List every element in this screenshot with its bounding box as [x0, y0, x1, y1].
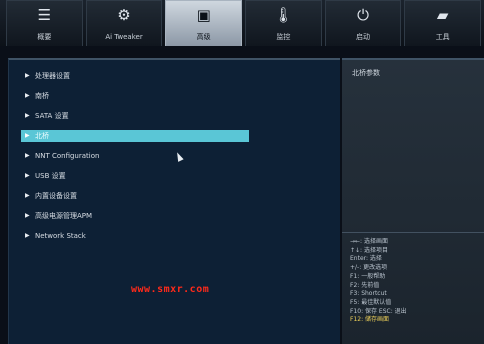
watermark-text: www.smxr.com	[131, 284, 210, 295]
tab-ai-tweaker[interactable]: ⚙ Ai Tweaker	[85, 0, 163, 46]
chevron-right-icon: ▶	[25, 112, 30, 119]
key-help-line: F3: Shortcut	[350, 290, 387, 298]
tab-tools[interactable]: ▰ 工具	[404, 0, 482, 46]
menu-item-apm[interactable]: ▶ 高级电源管理APM	[25, 210, 92, 222]
menu-item-sata-config[interactable]: ▶ SATA 设置	[25, 110, 69, 122]
tab-label: 高级	[196, 33, 211, 41]
tab-label: 监控	[276, 33, 291, 41]
power-icon: ⏻	[357, 6, 369, 24]
tab-overview[interactable]: ☰ 概要	[6, 0, 83, 46]
chevron-right-icon: ▶	[25, 92, 30, 99]
divider	[342, 232, 484, 233]
advanced-menu-panel: ▶ 处理器设置 ▶ 南桥 ▶ SATA 设置 ▶ 北桥 ▶ NNT Config…	[8, 58, 340, 344]
menu-item-cpu-config[interactable]: ▶ 处理器设置	[25, 70, 70, 82]
key-help-line: +/-: 更改选项	[350, 264, 388, 272]
tweak-icon: ⚙	[117, 6, 131, 24]
key-help-line: F1: 一般帮助	[350, 272, 386, 280]
menu-item-label: NNT Configuration	[35, 152, 100, 160]
menu-item-label: 高级电源管理APM	[35, 212, 93, 220]
chevron-right-icon: ▶	[25, 152, 30, 159]
chevron-right-icon: ▶	[25, 72, 30, 79]
chevron-right-icon: ▶	[25, 232, 30, 239]
menu-item-label: USB 设置	[35, 172, 66, 180]
menu-item-northbridge[interactable]: ▶ 北桥	[21, 130, 249, 142]
menu-item-label: 北桥	[35, 132, 49, 140]
key-help-line: F5: 最佳默认值	[350, 298, 392, 306]
tab-monitor[interactable]: 🌡 监控	[245, 0, 322, 46]
tab-boot[interactable]: ⏻ 启动	[324, 0, 402, 46]
chevron-right-icon: ▶	[25, 172, 30, 179]
tab-label: 工具	[435, 33, 450, 41]
chevron-right-icon: ▶	[25, 192, 30, 199]
top-tab-bar: ☰ 概要 ⚙ Ai Tweaker ▣ 高级 🌡 监控 ⏻ 启动 ▰ 工具	[0, 0, 484, 46]
menu-item-network-stack[interactable]: ▶ Network Stack	[25, 230, 86, 242]
menu-item-label: Network Stack	[35, 232, 86, 240]
help-panel: 北桥参数 →←: 选择画面 ↑↓: 选择项目 Enter: 选择 +/-: 更改…	[342, 58, 484, 344]
menu-item-label: 处理器设置	[35, 72, 70, 80]
menu-item-label: 南桥	[35, 92, 49, 100]
tab-label: Ai Tweaker	[105, 33, 143, 41]
tab-label: 启动	[356, 33, 371, 41]
list-icon: ☰	[37, 6, 52, 24]
chevron-right-icon: ▶	[25, 212, 30, 219]
menu-item-southbridge[interactable]: ▶ 南桥	[25, 90, 49, 102]
advanced-icon: ▣	[196, 6, 211, 24]
toolbox-icon: ▰	[436, 6, 449, 24]
menu-item-label: SATA 设置	[35, 112, 69, 120]
key-help-list: →←: 选择画面 ↑↓: 选择项目 Enter: 选择 +/-: 更改选项 F1…	[350, 238, 482, 325]
key-help-line: F2: 先前值	[350, 281, 380, 289]
key-help-line: →←: 选择画面	[350, 238, 388, 245]
menu-item-usb-config[interactable]: ▶ USB 设置	[25, 170, 66, 182]
chevron-right-icon: ▶	[25, 132, 30, 139]
tab-advanced[interactable]: ▣ 高级	[165, 0, 243, 46]
key-help-line: Enter: 选择	[350, 255, 382, 263]
menu-item-nnt-configuration[interactable]: ▶ NNT Configuration	[25, 150, 99, 162]
key-help-line: F12: 储存画面	[350, 316, 390, 324]
menu-item-onboard-devices[interactable]: ▶ 内置设备设置	[25, 190, 77, 202]
tab-label: 概要	[37, 33, 52, 41]
item-description: 北桥参数	[352, 69, 380, 77]
thermometer-icon: 🌡	[273, 6, 293, 24]
menu-item-label: 内置设备设置	[35, 192, 77, 200]
